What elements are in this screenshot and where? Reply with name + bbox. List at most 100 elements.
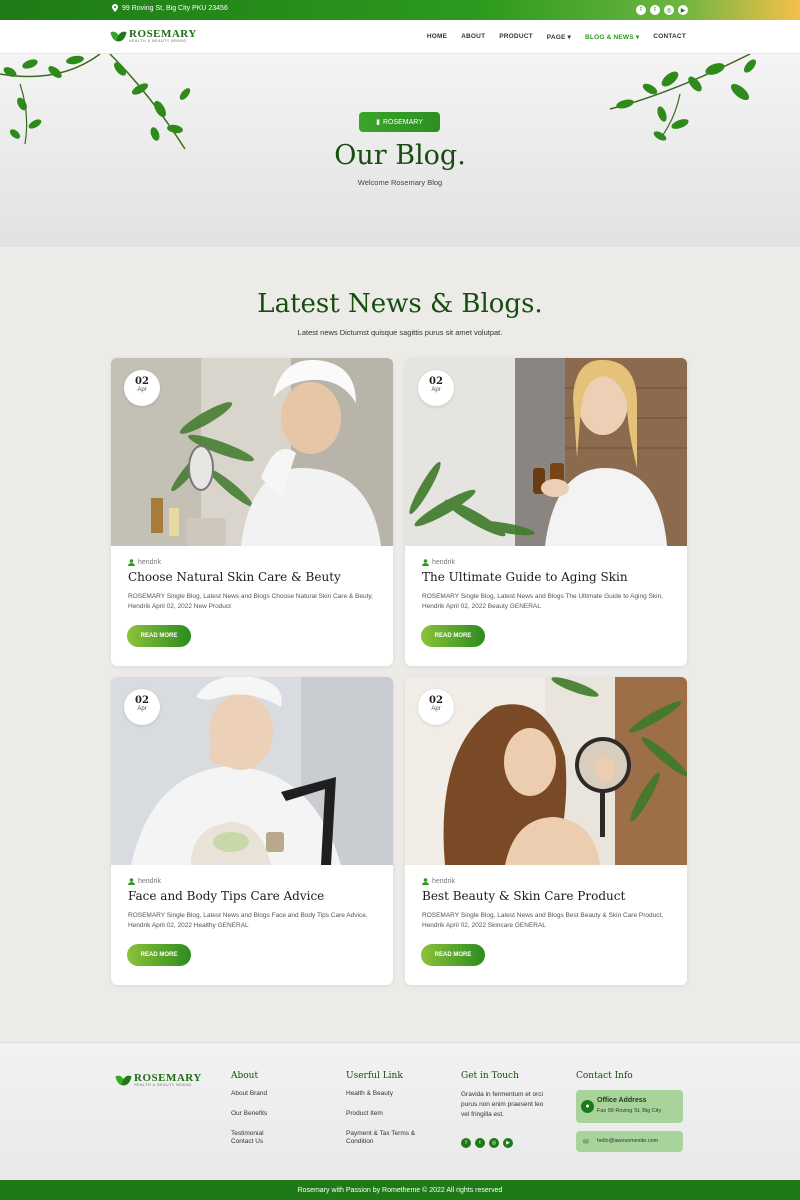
- twitter-icon[interactable]: t: [475, 1138, 485, 1148]
- footer-contact-column: Contact Info: [576, 1071, 633, 1090]
- office-address-text: Fax 99 Roving St, Big City: [597, 1108, 662, 1114]
- post-excerpt: ROSEMARY Single Blog, Latest News and Bl…: [422, 912, 664, 929]
- copyright-bar: Rosemary with Passion by Rometheme © 202…: [0, 1180, 800, 1200]
- hero-pill-label: ROSEMARY: [382, 118, 423, 126]
- post-excerpt: ROSEMARY Single Blog, Latest News and Bl…: [128, 593, 373, 610]
- post-date-badge: 02 Apr: [124, 370, 160, 406]
- post-date-badge: 02 Apr: [418, 370, 454, 406]
- instagram-icon[interactable]: ◎: [489, 1138, 499, 1148]
- post-author[interactable]: hendrik: [128, 878, 161, 885]
- page-title: Our Blog.: [334, 140, 466, 171]
- caret-down-icon: ▾: [635, 34, 640, 41]
- post-author[interactable]: hendrik: [422, 559, 455, 566]
- brand-name: ROSEMARY: [134, 1072, 202, 1084]
- post-title[interactable]: Best Beauty & Skin Care Product: [422, 889, 625, 903]
- footer-link[interactable]: About Brand: [231, 1090, 276, 1098]
- top-social-links: f t ◎ ▶: [636, 5, 688, 15]
- youtube-icon[interactable]: ▶: [503, 1138, 513, 1148]
- footer-link[interactable]: Payment & Tax Terms & Condition: [346, 1130, 416, 1146]
- footer-useful-title: Userful Link: [346, 1071, 403, 1081]
- bookmark-icon: ▮: [376, 119, 380, 126]
- post-date-day: 02: [429, 376, 443, 387]
- read-more-button[interactable]: READ MORE: [421, 944, 485, 966]
- nav-contact[interactable]: CONTACT: [653, 33, 686, 41]
- mail-icon: ✉: [583, 1139, 589, 1146]
- post-author[interactable]: hendrik: [128, 559, 161, 566]
- nav-blog[interactable]: BLOG & NEWS ▾: [585, 33, 639, 41]
- contact-email[interactable]: hello@awesomesite.com: [597, 1138, 658, 1144]
- page-subtitle: Welcome Rosemary Blog: [357, 178, 443, 187]
- main-nav: HOME ABOUT PRODUCT PAGE ▾ BLOG & NEWS ▾ …: [427, 33, 686, 41]
- leaf-branch-left-decoration: [0, 54, 191, 150]
- post-date-day: 02: [429, 695, 443, 706]
- footer-link[interactable]: Product Item: [346, 1110, 416, 1118]
- post-excerpt: ROSEMARY Single Blog, Latest News and Bl…: [422, 593, 663, 610]
- user-icon: [422, 559, 429, 566]
- footer-link[interactable]: Our Benefits: [231, 1110, 276, 1118]
- post-author-name: hendrik: [138, 559, 161, 566]
- post-date-day: 02: [135, 695, 149, 706]
- nav-page-label: PAGE: [546, 34, 566, 41]
- blog-card[interactable]: 02 Apr hendrik The Ultimate Guide to Agi…: [405, 358, 687, 666]
- post-title[interactable]: Face and Body Tips Care Advice: [128, 889, 324, 903]
- footer: ROSEMARY HEALTH & BEAUTY BRAND About Abo…: [0, 1042, 800, 1180]
- post-author-name: hendrik: [432, 878, 455, 885]
- post-date-month: Apr: [137, 387, 147, 393]
- user-icon: [128, 559, 135, 566]
- nav-home[interactable]: HOME: [427, 33, 447, 41]
- footer-link[interactable]: Health & Beauty: [346, 1090, 416, 1098]
- post-excerpt: ROSEMARY Single Blog, Latest News and Bl…: [128, 912, 368, 929]
- leaf-branch-right-decoration: [609, 54, 756, 141]
- post-date-badge: 02 Apr: [124, 689, 160, 725]
- nav-product[interactable]: PRODUCT: [499, 33, 533, 41]
- section-title: Latest News & Blogs.: [257, 289, 543, 319]
- footer-touch-text: Gravida in fermentum et orci purus non e…: [461, 1091, 544, 1118]
- footer-logo[interactable]: ROSEMARY HEALTH & BEAUTY BRAND: [117, 1072, 202, 1088]
- post-title[interactable]: Choose Natural Skin Care & Beuty: [128, 570, 341, 584]
- blog-card[interactable]: 02 Apr hendrik Face and Body Tips Care A…: [111, 677, 393, 985]
- facebook-icon[interactable]: f: [636, 5, 646, 15]
- leaf-icon: [112, 30, 126, 42]
- youtube-icon[interactable]: ▶: [678, 5, 688, 15]
- top-bar: 99 Roving St, Big City PKU 23456 f t ◎ ▶: [0, 0, 800, 20]
- caret-down-icon: ▾: [567, 34, 572, 41]
- read-more-button[interactable]: READ MORE: [127, 944, 191, 966]
- leaf-icon: [117, 1074, 131, 1086]
- post-author[interactable]: hendrik: [422, 878, 455, 885]
- section-subtitle: Latest news Dictumst quisque sagittis pu…: [297, 328, 503, 337]
- footer-link[interactable]: Testimonial Contact Us: [231, 1130, 276, 1146]
- site-logo[interactable]: ROSEMARY HEALTH & BEAUTY BRAND: [112, 28, 197, 44]
- office-address-box: ● Office Address Fax 99 Roving St, Big C…: [576, 1090, 683, 1123]
- location-pin-icon: [112, 4, 118, 12]
- nav-about[interactable]: ABOUT: [461, 33, 485, 41]
- facebook-icon[interactable]: f: [461, 1138, 471, 1148]
- location-pin-icon: ●: [581, 1100, 594, 1113]
- post-date-month: Apr: [137, 706, 147, 712]
- office-address-title: Office Address: [597, 1097, 647, 1104]
- read-more-button[interactable]: READ MORE: [127, 625, 191, 647]
- blog-card[interactable]: 02 Apr hendrik Best Beauty & Skin Care P…: [405, 677, 687, 985]
- post-author-name: hendrik: [138, 878, 161, 885]
- blog-card[interactable]: 02 Apr hendrik Choose Natural Skin Care …: [111, 358, 393, 666]
- email-box[interactable]: ✉ hello@awesomesite.com: [576, 1131, 683, 1152]
- post-date-badge: 02 Apr: [418, 689, 454, 725]
- top-address-text: 99 Roving St, Big City PKU 23456: [122, 4, 228, 12]
- nav-page[interactable]: PAGE ▾: [547, 33, 571, 41]
- read-more-button[interactable]: READ MORE: [421, 625, 485, 647]
- footer-touch-title: Get in Touch: [461, 1071, 519, 1081]
- post-date-month: Apr: [431, 387, 441, 393]
- navbar: ROSEMARY HEALTH & BEAUTY BRAND HOME ABOU…: [0, 20, 800, 54]
- footer-about-column: About About Brand Our Benefits Testimoni…: [231, 1071, 276, 1158]
- user-icon: [422, 878, 429, 885]
- blog-section: Latest News & Blogs. Latest news Dictums…: [0, 247, 800, 1042]
- nav-blog-label: BLOG & NEWS: [585, 34, 634, 41]
- post-title[interactable]: The Ultimate Guide to Aging Skin: [422, 570, 628, 584]
- footer-about-title: About: [231, 1071, 259, 1081]
- brand-name: ROSEMARY: [129, 28, 197, 40]
- twitter-icon[interactable]: t: [650, 5, 660, 15]
- top-address: 99 Roving St, Big City PKU 23456: [112, 4, 228, 12]
- footer-useful-column: Userful Link Health & Beauty Product Ite…: [346, 1071, 416, 1158]
- post-author-name: hendrik: [432, 559, 455, 566]
- user-icon: [128, 878, 135, 885]
- instagram-icon[interactable]: ◎: [664, 5, 674, 15]
